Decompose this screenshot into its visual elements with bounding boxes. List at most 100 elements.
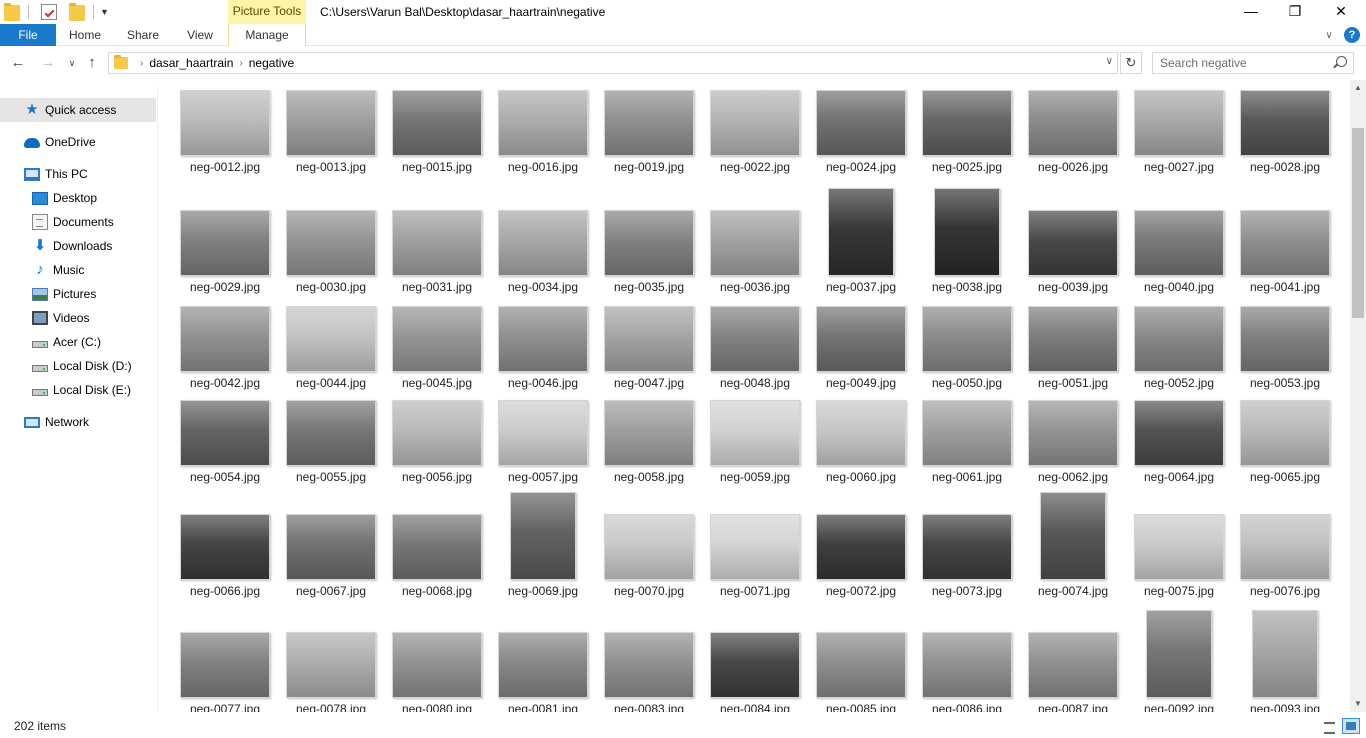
file-item[interactable]: neg-0036.jpg	[702, 180, 808, 298]
file-item[interactable]: neg-0083.jpg	[596, 602, 702, 712]
file-item[interactable]: neg-0048.jpg	[702, 296, 808, 394]
file-item[interactable]: neg-0067.jpg	[278, 484, 384, 602]
file-item[interactable]: neg-0057.jpg	[490, 390, 596, 488]
image-thumbnail[interactable]	[604, 90, 694, 156]
image-thumbnail[interactable]	[922, 90, 1012, 156]
image-thumbnail[interactable]	[1028, 400, 1118, 466]
file-item[interactable]: neg-0015.jpg	[384, 80, 490, 178]
file-item[interactable]: neg-0054.jpg	[172, 390, 278, 488]
image-thumbnail[interactable]	[710, 210, 800, 276]
file-item[interactable]: neg-0058.jpg	[596, 390, 702, 488]
file-item[interactable]: neg-0030.jpg	[278, 180, 384, 298]
breadcrumb-negative[interactable]: negative	[249, 56, 294, 70]
image-thumbnail[interactable]	[1028, 90, 1118, 156]
file-item[interactable]: neg-0087.jpg	[1020, 602, 1126, 712]
scroll-up-arrow-icon[interactable]: ▲	[1350, 80, 1366, 96]
file-item[interactable]: neg-0077.jpg	[172, 602, 278, 712]
search-input[interactable]	[1160, 53, 1330, 73]
file-item[interactable]: neg-0040.jpg	[1126, 180, 1232, 298]
file-item[interactable]: neg-0072.jpg	[808, 484, 914, 602]
image-thumbnail[interactable]	[1252, 610, 1318, 698]
refresh-icon[interactable]: ↻	[1120, 52, 1142, 74]
image-thumbnail[interactable]	[604, 400, 694, 466]
image-thumbnail[interactable]	[710, 400, 800, 466]
file-item[interactable]: neg-0092.jpg	[1126, 602, 1232, 712]
image-thumbnail[interactable]	[1028, 306, 1118, 372]
image-thumbnail[interactable]	[1240, 90, 1330, 156]
image-thumbnail[interactable]	[1028, 632, 1118, 698]
breadcrumb-dasar-haartrain[interactable]: dasar_haartrain	[149, 56, 233, 70]
file-item[interactable]: neg-0073.jpg	[914, 484, 1020, 602]
image-thumbnail[interactable]	[604, 210, 694, 276]
nav-item-acer-c[interactable]: Acer (C:)	[0, 330, 156, 354]
image-thumbnail[interactable]	[286, 632, 376, 698]
image-thumbnail[interactable]	[392, 632, 482, 698]
properties-icon[interactable]	[41, 4, 57, 20]
image-thumbnail[interactable]	[828, 188, 894, 276]
file-item[interactable]: neg-0069.jpg	[490, 484, 596, 602]
tab-share[interactable]: Share	[118, 24, 168, 46]
file-item[interactable]: neg-0075.jpg	[1126, 484, 1232, 602]
image-thumbnail[interactable]	[392, 514, 482, 580]
new-folder-icon[interactable]	[69, 3, 85, 21]
file-item[interactable]: neg-0076.jpg	[1232, 484, 1338, 602]
file-item[interactable]: neg-0062.jpg	[1020, 390, 1126, 488]
file-item[interactable]: neg-0049.jpg	[808, 296, 914, 394]
nav-item-downloads[interactable]: ⬇ Downloads	[0, 234, 156, 258]
image-thumbnail[interactable]	[816, 632, 906, 698]
file-item[interactable]: neg-0025.jpg	[914, 80, 1020, 178]
image-thumbnail[interactable]	[1040, 492, 1106, 580]
file-item[interactable]: neg-0045.jpg	[384, 296, 490, 394]
image-thumbnail[interactable]	[1134, 306, 1224, 372]
file-item[interactable]: neg-0052.jpg	[1126, 296, 1232, 394]
file-item[interactable]: neg-0071.jpg	[702, 484, 808, 602]
nav-item-desktop[interactable]: Desktop	[0, 186, 156, 210]
image-thumbnail[interactable]	[934, 188, 1000, 276]
file-item[interactable]: neg-0084.jpg	[702, 602, 808, 712]
file-item[interactable]: neg-0046.jpg	[490, 296, 596, 394]
nav-item-videos[interactable]: Videos	[0, 306, 156, 330]
nav-item-documents[interactable]: Documents	[0, 210, 156, 234]
recent-locations-chevron-icon[interactable]: ∨	[62, 53, 82, 73]
tab-file[interactable]: File	[0, 24, 56, 46]
file-item[interactable]: neg-0012.jpg	[172, 80, 278, 178]
file-item[interactable]: neg-0034.jpg	[490, 180, 596, 298]
image-thumbnail[interactable]	[180, 306, 270, 372]
up-arrow-icon[interactable]: ↑	[82, 53, 102, 73]
image-thumbnail[interactable]	[1240, 306, 1330, 372]
image-thumbnail[interactable]	[604, 632, 694, 698]
tab-view[interactable]: View	[176, 24, 224, 46]
nav-item-pictures[interactable]: Pictures	[0, 282, 156, 306]
file-item[interactable]: neg-0042.jpg	[172, 296, 278, 394]
image-thumbnail[interactable]	[392, 306, 482, 372]
image-thumbnail[interactable]	[180, 632, 270, 698]
image-thumbnail[interactable]	[710, 514, 800, 580]
file-item[interactable]: neg-0047.jpg	[596, 296, 702, 394]
image-thumbnail[interactable]	[498, 400, 588, 466]
image-thumbnail[interactable]	[816, 90, 906, 156]
image-thumbnail[interactable]	[392, 400, 482, 466]
file-item[interactable]: neg-0038.jpg	[914, 180, 1020, 298]
image-thumbnail[interactable]	[1146, 610, 1212, 698]
expand-ribbon-chevron-icon[interactable]: ∨	[1320, 30, 1338, 41]
image-thumbnail[interactable]	[180, 400, 270, 466]
file-item[interactable]: neg-0050.jpg	[914, 296, 1020, 394]
tab-home[interactable]: Home	[60, 24, 110, 46]
image-thumbnail[interactable]	[1134, 210, 1224, 276]
nav-item-this-pc[interactable]: This PC	[0, 162, 156, 186]
minimize-button[interactable]: —	[1228, 0, 1274, 24]
image-thumbnail[interactable]	[286, 210, 376, 276]
image-thumbnail[interactable]	[392, 210, 482, 276]
image-thumbnail[interactable]	[286, 514, 376, 580]
file-item[interactable]: neg-0059.jpg	[702, 390, 808, 488]
image-thumbnail[interactable]	[286, 90, 376, 156]
file-item[interactable]: neg-0035.jpg	[596, 180, 702, 298]
help-icon[interactable]: ?	[1344, 27, 1360, 43]
file-item[interactable]: neg-0074.jpg	[1020, 484, 1126, 602]
address-dropdown-chevron-icon[interactable]: ∨	[1106, 56, 1113, 67]
image-thumbnail[interactable]	[510, 492, 576, 580]
file-item[interactable]: neg-0044.jpg	[278, 296, 384, 394]
scrollbar-thumb[interactable]	[1352, 128, 1364, 318]
file-item[interactable]: neg-0086.jpg	[914, 602, 1020, 712]
breadcrumb-separator-icon[interactable]: ›	[239, 58, 242, 69]
